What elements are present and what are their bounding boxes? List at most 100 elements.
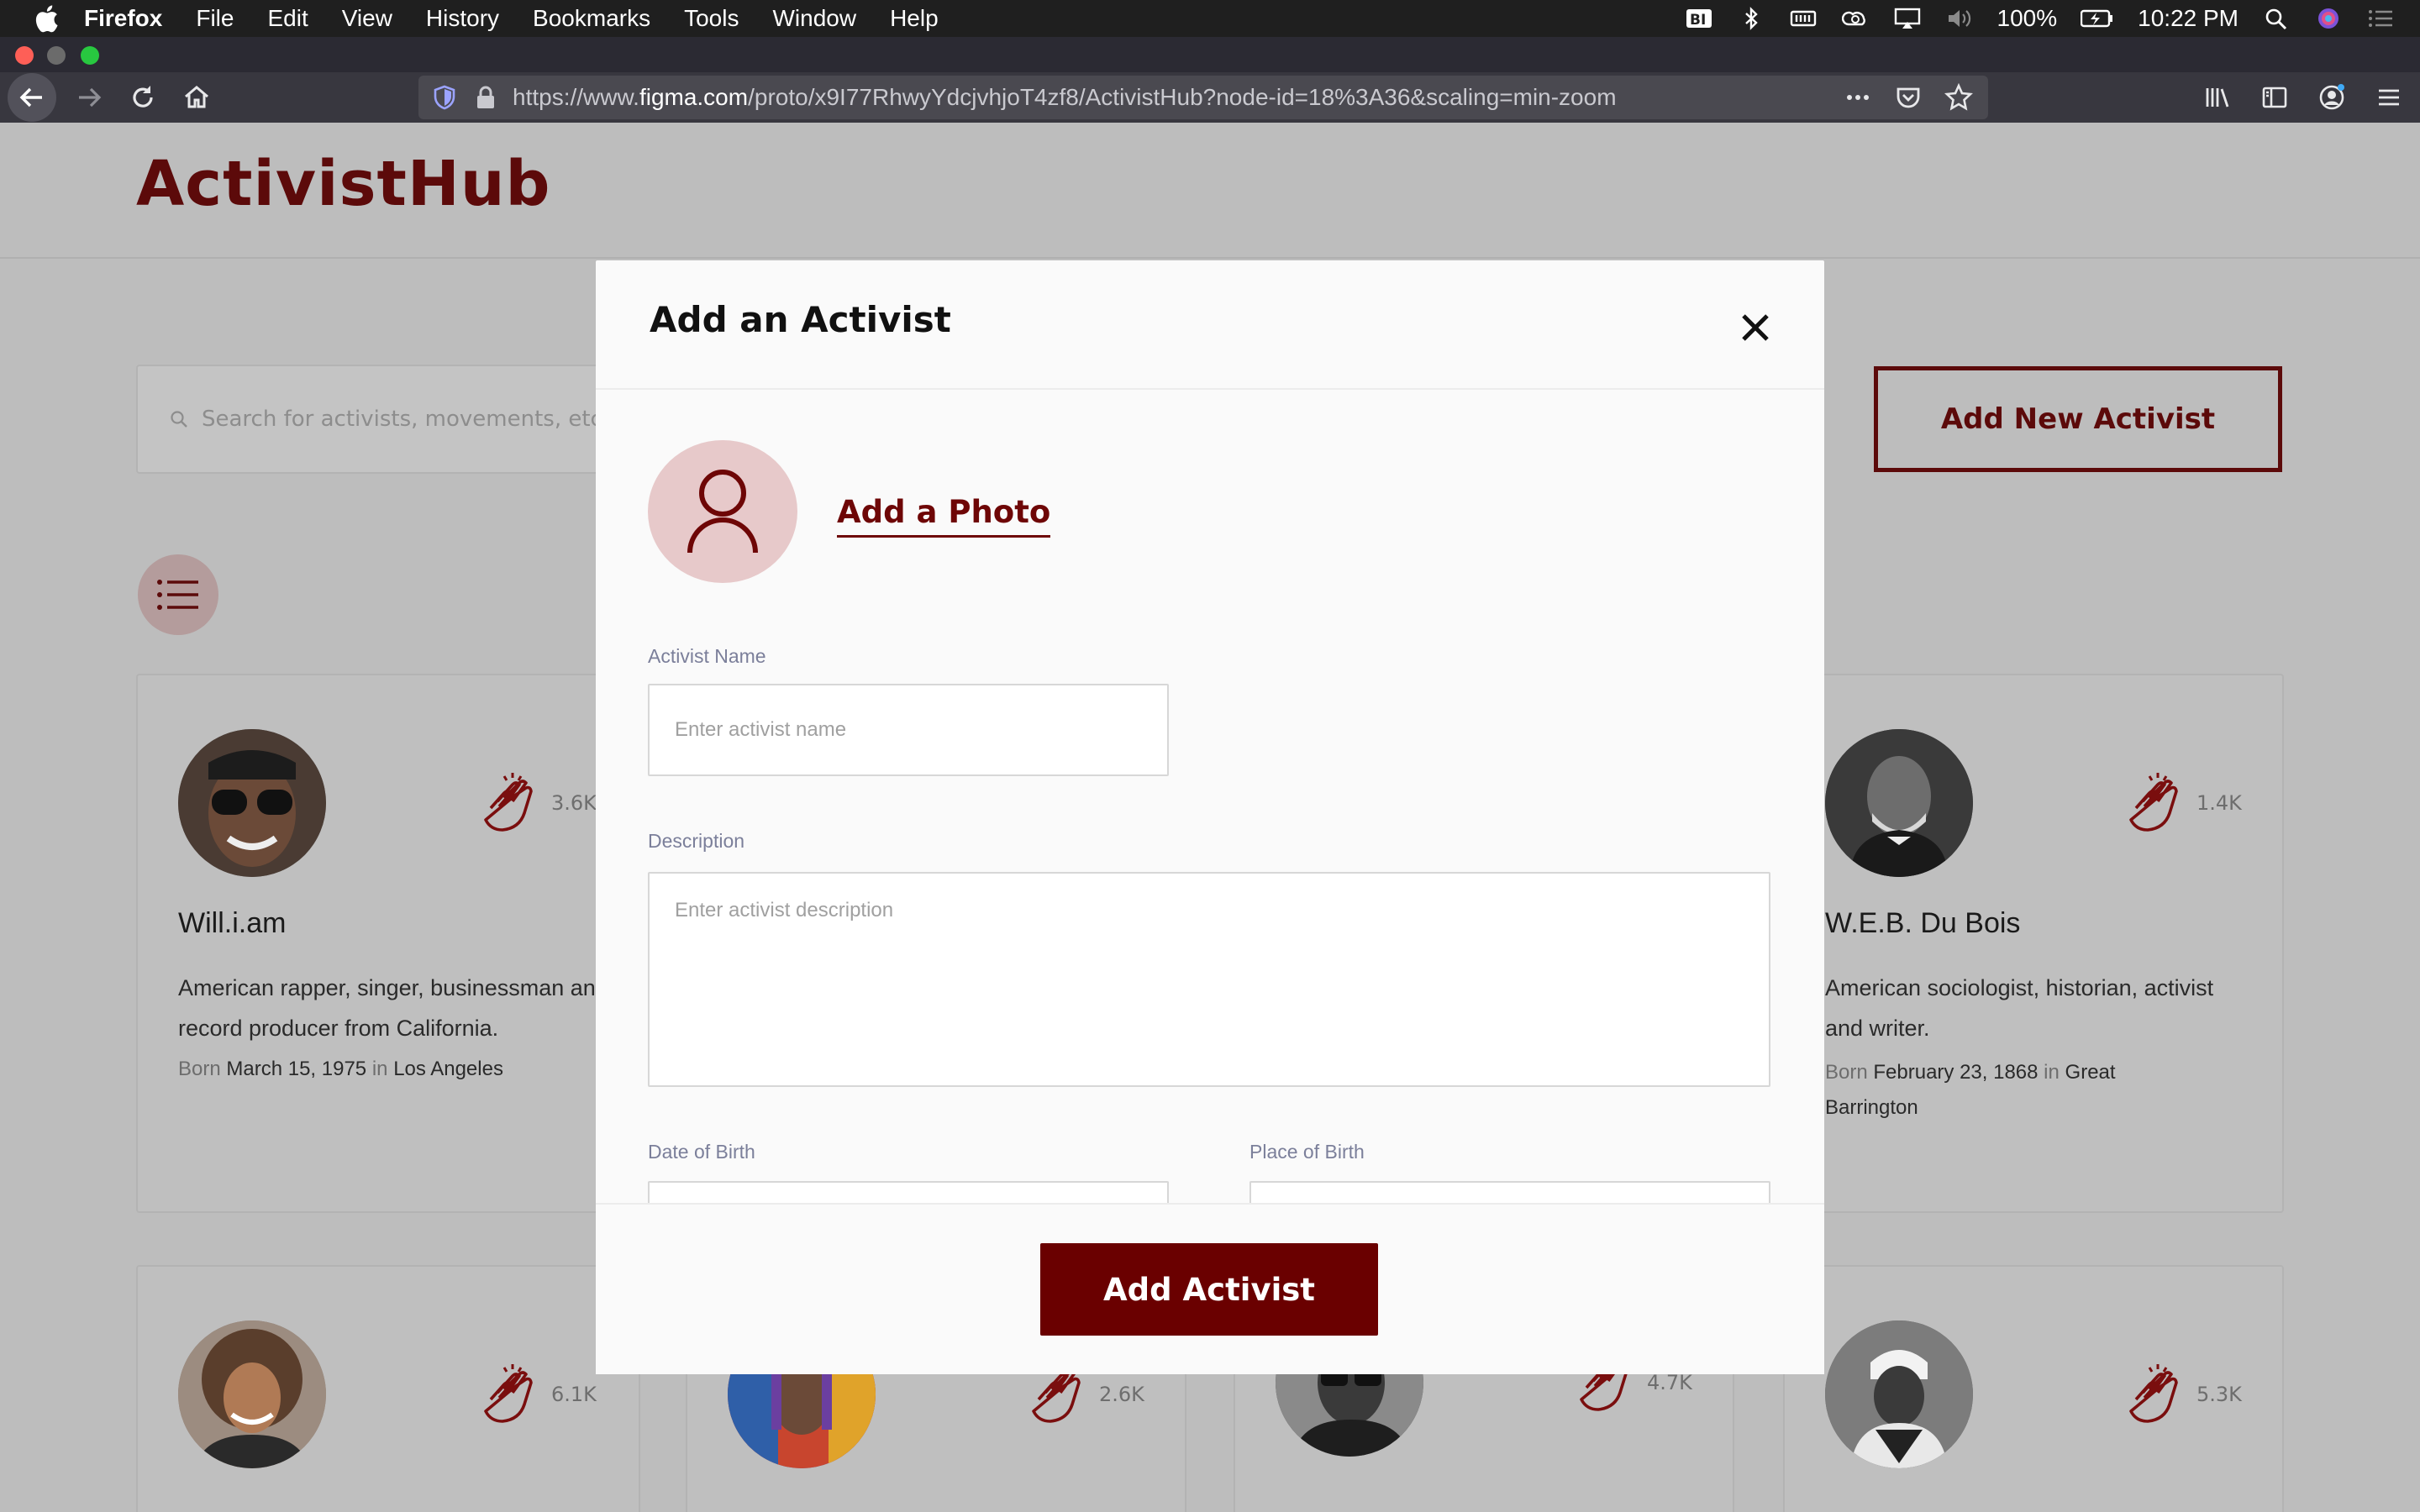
- clap-counter[interactable]: 5.3K: [2124, 1361, 2242, 1428]
- reload-button[interactable]: [118, 72, 168, 123]
- notification-center-icon[interactable]: [2366, 6, 2395, 31]
- avatar: [178, 1320, 326, 1468]
- bi-extension-icon[interactable]: BI: [1685, 6, 1713, 31]
- tracking-protection-shield-icon[interactable]: [432, 85, 457, 110]
- clap-icon: [484, 1364, 533, 1423]
- library-icon[interactable]: [2203, 83, 2232, 112]
- bluetooth-icon[interactable]: [1737, 6, 1765, 31]
- activist-card[interactable]: 5.3K: [1783, 1265, 2284, 1512]
- hamburger-menu-icon[interactable]: [2375, 83, 2403, 112]
- spotlight-search-icon[interactable]: [2262, 6, 2291, 31]
- volume-icon[interactable]: [1945, 6, 1974, 31]
- url-actions: [1844, 76, 1973, 119]
- add-activist-submit-button[interactable]: Add Activist: [1040, 1243, 1378, 1336]
- airplay-icon[interactable]: [1893, 6, 1922, 31]
- description-label: Description: [648, 830, 745, 852]
- activist-name-placeholder: Enter activist name: [675, 718, 847, 741]
- activist-name-input[interactable]: Enter activist name: [648, 684, 1169, 776]
- siri-icon[interactable]: [2314, 6, 2343, 31]
- activist-card[interactable]: 3.6K Will.i.am American rapper, singer, …: [136, 674, 640, 1213]
- add-activist-modal: Add an Activist Add a Photo Activist Nam…: [596, 260, 1824, 1374]
- clock-time[interactable]: 10:22 PM: [2138, 5, 2238, 32]
- pob-label: Place of Birth: [1249, 1141, 1365, 1163]
- activist-description: American rapper, singer, businessman and…: [178, 975, 608, 1041]
- home-button[interactable]: [171, 72, 222, 123]
- macos-menubar: Firefox File Edit View History Bookmarks…: [0, 0, 2420, 37]
- modal-close-button[interactable]: [1739, 311, 1772, 344]
- forward-button[interactable]: [64, 72, 114, 123]
- description-placeholder: Enter activist description: [675, 899, 894, 921]
- pocket-icon[interactable]: [1894, 83, 1923, 112]
- site-header: ActivistHub: [0, 123, 2420, 259]
- modal-title: Add an Activist: [650, 299, 951, 340]
- memory-icon[interactable]: [1789, 6, 1818, 31]
- activist-born: Born March 15, 1975 in Los Angeles: [178, 1058, 503, 1080]
- clap-count: 4.7K: [1647, 1371, 1692, 1394]
- address-bar[interactable]: https://www.figma.com/proto/x9I77RhwyYdc…: [418, 76, 1988, 119]
- arrow-right-icon: [79, 87, 102, 108]
- creative-cloud-icon[interactable]: [1841, 6, 1870, 31]
- search-icon: [171, 411, 187, 428]
- add-photo-link[interactable]: Add a Photo: [837, 494, 1051, 538]
- window-close-button[interactable]: [15, 46, 34, 65]
- apple-logo-icon[interactable]: [34, 4, 59, 33]
- description-textarea[interactable]: Enter activist description: [648, 872, 1770, 1087]
- avatar: [1825, 729, 1973, 877]
- window-minimize-button[interactable]: [47, 46, 66, 65]
- menu-file[interactable]: File: [196, 5, 234, 32]
- avatar: [1825, 1320, 1973, 1468]
- sidebar-toggle-icon[interactable]: [2260, 83, 2289, 112]
- lock-icon[interactable]: [474, 85, 497, 110]
- menu-edit[interactable]: Edit: [267, 5, 308, 32]
- clap-count: 6.1K: [551, 1383, 597, 1406]
- clap-count: 2.6K: [1099, 1383, 1144, 1406]
- list-view-toggle[interactable]: [138, 554, 218, 635]
- modal-footer: Add Activist: [596, 1203, 1824, 1374]
- menu-bookmarks[interactable]: Bookmarks: [533, 5, 650, 32]
- add-new-activist-button[interactable]: Add New Activist: [1874, 366, 2282, 472]
- avatar: [178, 729, 326, 877]
- clap-icon: [2129, 1364, 2178, 1423]
- menu-tools[interactable]: Tools: [684, 5, 739, 32]
- back-button[interactable]: [7, 72, 57, 123]
- activist-name[interactable]: Will.i.am: [178, 907, 286, 940]
- clap-counter[interactable]: 1.4K: [2124, 769, 2242, 837]
- activist-name[interactable]: W.E.B. Du Bois: [1825, 907, 2020, 940]
- battery-charging-icon[interactable]: [2081, 6, 2114, 31]
- search-input[interactable]: Search for activists, movements, etc: [136, 365, 607, 474]
- home-icon: [185, 86, 208, 108]
- menu-history[interactable]: History: [426, 5, 499, 32]
- clap-counter[interactable]: 3.6K: [479, 769, 597, 837]
- clap-icon: [2129, 773, 2178, 832]
- activist-description: American sociologist, historian, activis…: [1825, 975, 2214, 1041]
- search-placeholder: Search for activists, movements, etc: [202, 407, 602, 432]
- list-icon: [157, 580, 198, 610]
- clap-count: 3.6K: [551, 791, 597, 815]
- url-text[interactable]: https://www.figma.com/proto/x9I77RhwyYdc…: [513, 84, 1617, 111]
- close-icon: [1742, 314, 1769, 341]
- page-actions-more-icon[interactable]: [1844, 83, 1872, 112]
- toolbar-right-tools: [2203, 72, 2403, 123]
- menu-help[interactable]: Help: [890, 5, 939, 32]
- account-icon[interactable]: [2317, 83, 2346, 112]
- clap-icon: [484, 773, 533, 832]
- photo-placeholder[interactable]: [648, 440, 797, 583]
- menu-window[interactable]: Window: [772, 5, 856, 32]
- site-logo[interactable]: ActivistHub: [136, 148, 550, 220]
- bookmark-star-icon[interactable]: [1944, 83, 1973, 112]
- svg-text:BI: BI: [1690, 12, 1706, 29]
- activist-card[interactable]: 1.4K W.E.B. Du Bois American sociologist…: [1783, 674, 2284, 1213]
- activist-card[interactable]: 6.1K: [136, 1265, 640, 1512]
- menu-view[interactable]: View: [342, 5, 392, 32]
- clap-counter[interactable]: 6.1K: [479, 1361, 597, 1428]
- menu-app-firefox[interactable]: Firefox: [84, 5, 162, 32]
- clap-count: 1.4K: [2196, 791, 2242, 815]
- modal-header: Add an Activist: [596, 260, 1824, 390]
- arrow-left-icon: [19, 87, 42, 108]
- window-zoom-button[interactable]: [81, 46, 99, 65]
- window-titlebar: [0, 37, 2420, 72]
- clap-count: 5.3K: [2196, 1383, 2242, 1406]
- dob-label: Date of Birth: [648, 1141, 755, 1163]
- user-avatar-icon: [687, 470, 758, 554]
- activist-name-label: Activist Name: [648, 645, 766, 667]
